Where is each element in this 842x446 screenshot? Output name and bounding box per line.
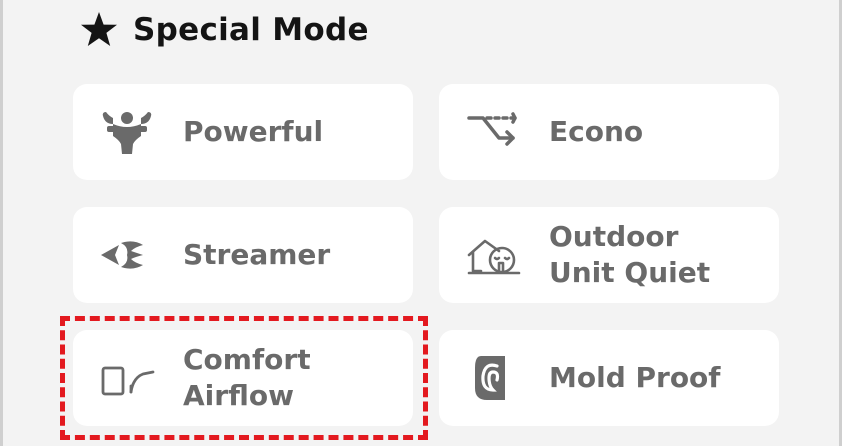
section-header: Special Mode bbox=[79, 8, 369, 52]
special-mode-panel: Special Mode Powerful Econo Streamer Out… bbox=[0, 0, 842, 446]
econo-icon bbox=[467, 112, 517, 146]
mold-proof-icon bbox=[475, 356, 505, 400]
mode-label: Mold Proof bbox=[549, 361, 721, 394]
star-icon bbox=[81, 12, 117, 46]
mode-button-powerful[interactable]: Powerful bbox=[73, 84, 413, 180]
outdoor-unit-quiet-icon bbox=[467, 239, 521, 275]
mode-label: Econo bbox=[549, 115, 644, 148]
mode-button-comfort-airflow[interactable]: Comfort Airflow bbox=[73, 330, 413, 426]
section-title: Special Mode bbox=[133, 12, 369, 48]
mode-button-streamer[interactable]: Streamer bbox=[73, 207, 413, 303]
mode-button-econo[interactable]: Econo bbox=[439, 84, 779, 180]
mode-button-mold-proof[interactable]: Mold Proof bbox=[439, 330, 779, 426]
streamer-icon bbox=[101, 241, 143, 269]
mode-label: Outdoor Unit Quiet bbox=[549, 220, 711, 289]
mode-button-outdoor-unit-quiet[interactable]: Outdoor Unit Quiet bbox=[439, 207, 779, 303]
mode-label: Comfort Airflow bbox=[183, 343, 311, 412]
mode-label: Powerful bbox=[183, 115, 324, 148]
comfort-airflow-icon bbox=[101, 366, 155, 396]
mode-label: Streamer bbox=[183, 238, 331, 271]
powerful-muscle-icon bbox=[102, 112, 152, 154]
